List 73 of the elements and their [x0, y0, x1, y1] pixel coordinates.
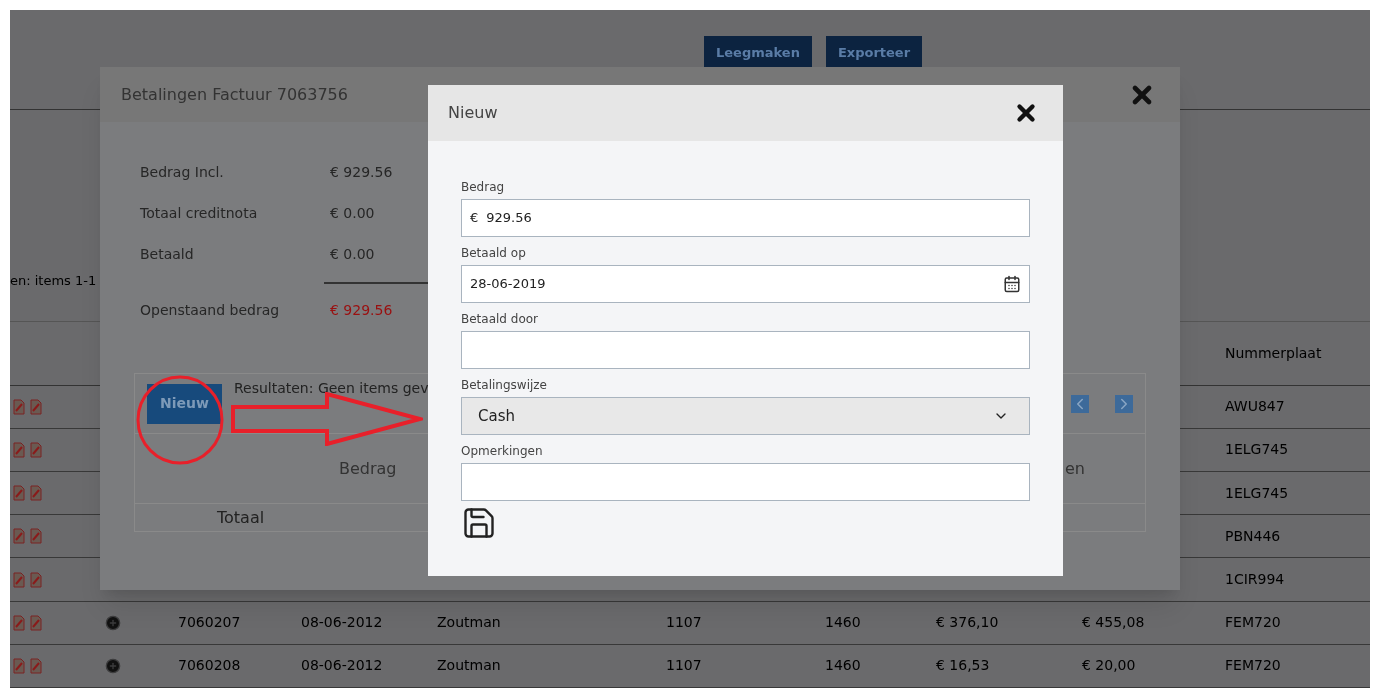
toolbar-button[interactable]: Leegmaken	[704, 36, 812, 70]
summary-label: Openstaand bedrag	[140, 301, 281, 320]
expand-icon[interactable]	[105, 657, 121, 674]
table-cell-text: 08-06-2012	[301, 656, 384, 676]
table-cell-text: Zoutman	[437, 613, 502, 633]
dialog-title: Betalingen Factuur 7063756	[121, 83, 348, 106]
table-cell-text: 1ELG745	[1225, 483, 1290, 503]
table-cell-text: 1107	[666, 656, 703, 676]
column-header: en	[1065, 457, 1085, 480]
save-icon[interactable]	[461, 505, 497, 541]
previous-page-button[interactable]	[1071, 394, 1089, 413]
document-icon[interactable]	[29, 441, 43, 458]
table-cell-text: 7060207	[178, 613, 242, 633]
document-icon[interactable]	[12, 528, 26, 545]
dialog-title: Nieuw	[448, 102, 498, 124]
column-header: Bedrag	[339, 457, 397, 480]
table-cell-text: 1460	[825, 656, 862, 676]
summary-label: Betaald	[140, 245, 195, 264]
table-cell-text: 7060208	[178, 656, 242, 676]
field-label: Betaald op	[461, 245, 527, 262]
document-icon[interactable]	[12, 441, 26, 458]
input-field[interactable]	[461, 463, 1030, 501]
field-label: Opmerkingen	[461, 443, 544, 460]
document-icon[interactable]	[29, 398, 43, 415]
pager-text: en: items 1-1	[10, 272, 97, 288]
table-cell-text: 1CIR994	[1225, 570, 1286, 589]
results-text: Resultaten: Geen items gev	[233, 379, 429, 398]
table-cell-text: 08-06-2012	[301, 613, 384, 633]
column-header: Nummerplaat	[1225, 343, 1323, 363]
document-icon[interactable]	[29, 614, 43, 631]
summary-value: € 929.56	[330, 163, 393, 182]
table-cell-text: 1ELG745	[1225, 440, 1290, 460]
document-icon[interactable]	[12, 614, 26, 631]
input-field[interactable]	[461, 331, 1030, 369]
currency-prefix: €	[470, 209, 479, 228]
field-label: Bedrag	[461, 179, 506, 196]
document-icon[interactable]	[12, 398, 26, 415]
field-label: Betaald door	[461, 311, 540, 328]
document-icon[interactable]	[29, 657, 43, 674]
expand-icon[interactable]	[105, 614, 121, 631]
table-cell-text: 1460	[825, 613, 862, 633]
select-value: Cash	[478, 405, 515, 427]
table-cell-text: Zoutman	[437, 656, 502, 676]
document-icon[interactable]	[12, 571, 26, 588]
field-label: Betalingswijze	[461, 377, 548, 394]
table-cell-text: € 376,10	[936, 613, 1000, 633]
table-cell-text: € 455,08	[1082, 613, 1146, 633]
summary-value: € 0.00	[330, 245, 375, 264]
amount-value: 929.56	[486, 209, 532, 228]
summary-value: € 929.56	[330, 301, 393, 320]
amount-field[interactable]: € 929.56	[461, 199, 1030, 237]
summary-label: Totaal creditnota	[140, 204, 259, 223]
date-value: 28-06-2019	[470, 275, 546, 294]
document-icon[interactable]	[12, 485, 26, 502]
table-cell-text: FEM720	[1225, 656, 1282, 676]
next-page-button[interactable]	[1115, 394, 1133, 413]
document-icon[interactable]	[12, 657, 26, 674]
calendar-icon[interactable]	[1003, 275, 1021, 293]
select-field[interactable]: Cash	[461, 397, 1030, 435]
table-cell-text: € 20,00	[1082, 656, 1137, 676]
summary-label: Bedrag Incl.	[140, 163, 225, 182]
document-icon[interactable]	[29, 485, 43, 502]
document-icon[interactable]	[29, 528, 43, 545]
table-cell-text: PBN446	[1225, 526, 1282, 546]
table-cell-text: 1107	[666, 613, 703, 633]
table-cell-text: AWU847	[1225, 397, 1286, 417]
toolbar-button[interactable]: Exporteer	[825, 36, 923, 70]
summary-value: € 0.00	[330, 204, 375, 223]
footer-cell-text: Totaal	[217, 506, 265, 529]
date-field[interactable]: 28-06-2019	[461, 265, 1030, 303]
table-cell-text: FEM720	[1225, 613, 1282, 633]
document-icon[interactable]	[29, 571, 43, 588]
table-cell-text: € 16,53	[936, 656, 991, 676]
